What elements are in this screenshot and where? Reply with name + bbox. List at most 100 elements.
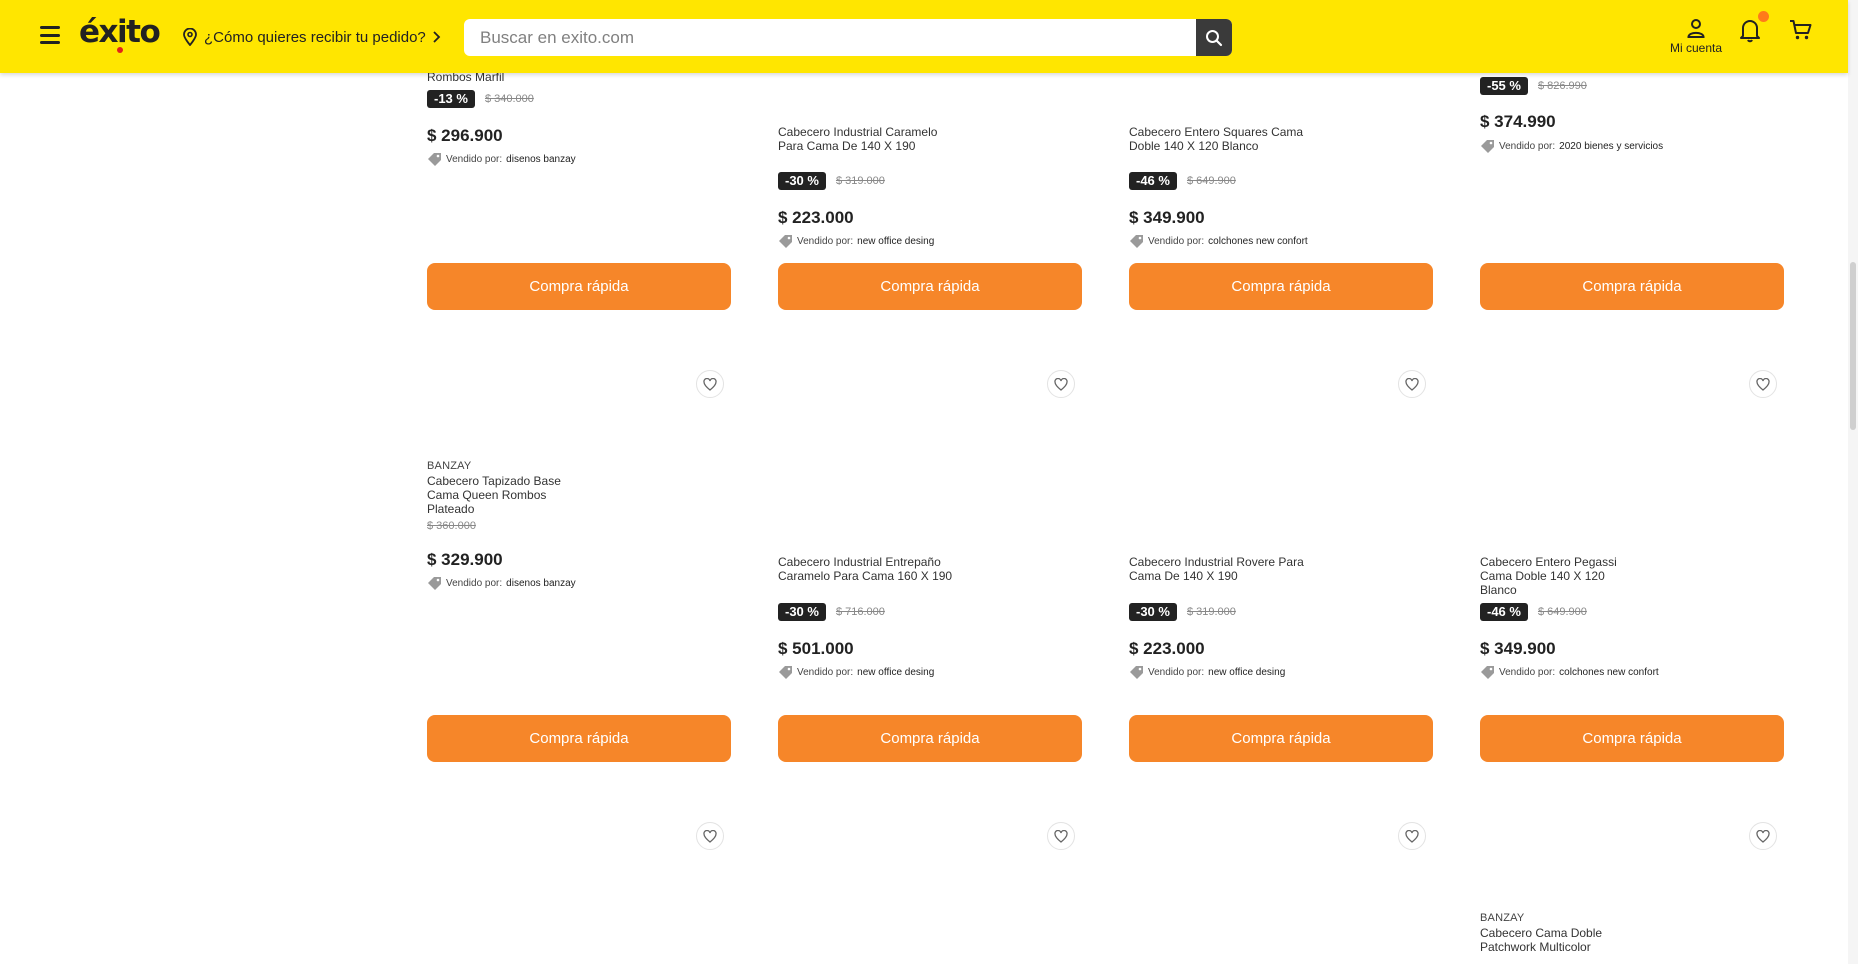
cart-icon[interactable] [1789, 18, 1813, 42]
favorite-button[interactable] [1047, 822, 1075, 850]
exito-logo[interactable]: éxito [79, 14, 161, 50]
discount-badge: -30 % [1129, 603, 1177, 621]
tag-icon [779, 666, 792, 679]
delivery-location-selector[interactable]: ¿Cómo quieres recibir tu pedido? [182, 26, 441, 48]
product-title[interactable]: Cabecero Entero Pegassi Cama Doble 140 X… [1480, 555, 1640, 597]
favorite-button[interactable] [1749, 370, 1777, 398]
seller-label: Vendido por: [446, 577, 503, 589]
heart-icon [1054, 829, 1068, 843]
heart-icon [1054, 377, 1068, 391]
price-row: -55 % $ 826.990 [1480, 77, 1587, 95]
seller-label: Vendido por: [1148, 235, 1205, 247]
chevron-right-icon [433, 31, 441, 43]
product-price: $ 374.990 [1480, 112, 1556, 131]
location-text: ¿Cómo quieres recibir tu pedido? [204, 28, 426, 46]
discount-badge: -30 % [778, 603, 826, 621]
heart-icon [703, 829, 717, 843]
quick-buy-button[interactable]: Compra rápida [1129, 715, 1433, 762]
product-title[interactable]: Cabecero Cama Doble Patchwork Multicolor [1480, 926, 1655, 954]
product-card[interactable] [1129, 822, 1433, 964]
seller-label: Vendido por: [1499, 666, 1556, 678]
product-price: $ 349.900 [1480, 639, 1556, 658]
menu-icon[interactable] [40, 26, 60, 44]
product-card[interactable]: BANZAY Cabecero Cama Doble Patchwork Mul… [1480, 822, 1784, 964]
discount-badge: -30 % [778, 172, 826, 190]
seller-info: Vendido por: disenos banzay [427, 152, 576, 166]
discount-badge: -46 % [1480, 603, 1528, 621]
discount-badge: -13 % [427, 90, 475, 108]
scrollbar-thumb[interactable] [1850, 262, 1856, 430]
user-icon [1687, 19, 1705, 38]
seller-name: 2020 bienes y servicios [1559, 140, 1664, 152]
quick-buy-button[interactable]: Compra rápida [427, 715, 731, 762]
favorite-button[interactable] [1398, 370, 1426, 398]
product-title[interactable]: Cabecero Industrial Entrepaño Caramelo P… [778, 555, 953, 583]
tag-icon [428, 153, 441, 166]
seller-label: Vendido por: [797, 235, 854, 247]
product-title[interactable]: Cabecero Industrial Caramelo Para Cama D… [778, 125, 953, 153]
search-button[interactable] [1196, 19, 1232, 56]
heart-icon [1756, 829, 1770, 843]
heart-icon [703, 377, 717, 391]
favorite-button[interactable] [1047, 370, 1075, 398]
old-price: $ 360.000 [427, 520, 476, 532]
tag-icon [1481, 140, 1494, 153]
seller-name: new office desing [857, 666, 935, 678]
product-price: $ 223.000 [1129, 639, 1205, 658]
product-title[interactable]: Cabecero Industrial Rovere Para Cama De … [1129, 555, 1304, 583]
seller-info: Vendido por: 2020 bienes y servicios [1480, 139, 1663, 153]
seller-info: Vendido por: new office desing [1129, 665, 1285, 679]
seller-info: Vendido por: new office desing [778, 234, 934, 248]
account-label: Mi cuenta [1669, 41, 1723, 55]
discount-badge: -55 % [1480, 77, 1528, 95]
location-pin-icon [183, 28, 197, 46]
product-title[interactable]: Cabecero Entero Squares Cama Doble 140 X… [1129, 125, 1304, 153]
search-icon [1206, 29, 1223, 46]
favorite-button[interactable] [1398, 822, 1426, 850]
quick-buy-button[interactable]: Compra rápida [778, 263, 1082, 310]
quick-buy-button[interactable]: Compra rápida [427, 263, 731, 310]
heart-icon [1405, 829, 1419, 843]
product-price: $ 223.000 [778, 208, 854, 227]
product-price: $ 329.900 [427, 550, 503, 569]
favorite-button[interactable] [696, 822, 724, 850]
site-header: éxito ¿Cómo quieres recibir tu pedido? M… [0, 0, 1848, 73]
product-price: $ 296.900 [427, 126, 503, 145]
old-price: $ 716.000 [835, 606, 885, 618]
price-row: -30 % $ 319.000 [1129, 603, 1236, 621]
product-card[interactable]: Cabecero Industrial Entrepaño Caramelo P… [778, 370, 1082, 770]
product-title[interactable]: Cabecero Tapizado Base Cama Queen Rombos… [427, 474, 592, 516]
search-input[interactable] [464, 19, 1196, 56]
product-grid: Rombos Marfil -13 % $ 340.000 $ 296.900 … [0, 0, 1848, 964]
seller-label: Vendido por: [1499, 140, 1556, 152]
tag-icon [1481, 666, 1494, 679]
notification-badge [1758, 11, 1769, 22]
price-row: -46 % $ 649.900 [1129, 172, 1236, 190]
seller-info: Vendido por: colchones new confort [1129, 234, 1308, 248]
favorite-button[interactable] [1749, 822, 1777, 850]
notifications-bell-icon[interactable] [1738, 17, 1762, 43]
seller-name: disenos banzay [506, 577, 576, 589]
seller-label: Vendido por: [446, 153, 503, 165]
heart-icon [1405, 377, 1419, 391]
favorite-button[interactable] [696, 370, 724, 398]
product-card[interactable] [427, 822, 731, 964]
seller-label: Vendido por: [797, 666, 854, 678]
product-card[interactable]: BANZAY Cabecero Tapizado Base Cama Queen… [427, 370, 731, 770]
quick-buy-button[interactable]: Compra rápida [1129, 263, 1433, 310]
product-price: $ 349.900 [1129, 208, 1205, 227]
account-button[interactable]: Mi cuenta [1664, 18, 1728, 55]
product-card[interactable] [778, 822, 1082, 964]
quick-buy-button[interactable]: Compra rápida [1480, 715, 1784, 762]
seller-info: Vendido por: colchones new confort [1480, 665, 1659, 679]
seller-label: Vendido por: [1148, 666, 1205, 678]
scrollbar-track[interactable] [1848, 0, 1858, 964]
product-card[interactable]: Cabecero Industrial Rovere Para Cama De … [1129, 370, 1433, 770]
quick-buy-button[interactable]: Compra rápida [778, 715, 1082, 762]
seller-name: colchones new confort [1559, 666, 1659, 678]
old-price: $ 826.990 [1537, 80, 1587, 92]
price-row: -30 % $ 319.000 [778, 172, 885, 190]
old-price: $ 649.900 [1537, 606, 1587, 618]
product-card[interactable]: Cabecero Entero Pegassi Cama Doble 140 X… [1480, 370, 1784, 770]
quick-buy-button[interactable]: Compra rápida [1480, 263, 1784, 310]
